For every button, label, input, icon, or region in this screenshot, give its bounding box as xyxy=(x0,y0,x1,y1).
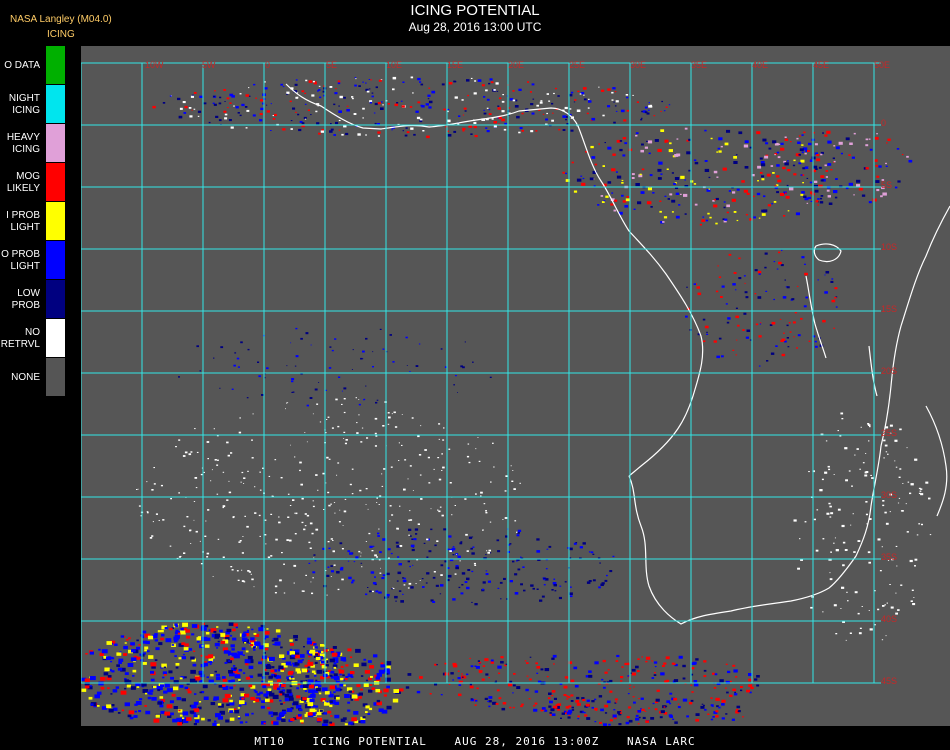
legend-swatch xyxy=(46,124,65,163)
lon-label: 25E xyxy=(569,60,585,70)
legend-item: O DATA xyxy=(0,46,66,85)
legend-swatch xyxy=(46,358,65,397)
legend-swatch xyxy=(46,319,65,358)
map-background xyxy=(81,46,950,726)
legend-label: O DATA xyxy=(4,59,40,71)
lon-label: 0 xyxy=(265,60,270,70)
footer-product-name: ICING POTENTIAL xyxy=(312,735,427,748)
legend-label: NO RETRVL xyxy=(0,326,40,350)
footer-caption: MT10 ICING POTENTIAL AUG 28, 2016 13:00Z… xyxy=(0,735,950,748)
legend-swatch xyxy=(46,280,65,319)
lon-label: 30E xyxy=(630,60,646,70)
legend-item: NIGHT ICING xyxy=(0,85,66,124)
legend-label: NONE xyxy=(11,371,40,383)
lat-label: 10S xyxy=(881,242,897,252)
map-panel[interactable]: 10W 5W 0 5E 10E 15E 20E 25E 30E 35E 40E … xyxy=(81,46,950,726)
lat-label: 45S xyxy=(881,676,897,686)
page-title: ICING POTENTIAL xyxy=(410,2,540,19)
lat-label: 25S xyxy=(881,428,897,438)
lat-label: 35S xyxy=(881,552,897,562)
legend-swatch xyxy=(46,85,65,124)
lon-label: 40E xyxy=(752,60,768,70)
lon-label: 10E xyxy=(386,60,402,70)
legend-item: LOW PROB xyxy=(0,280,66,319)
legend-swatch xyxy=(46,202,65,241)
legend-label: NIGHT ICING xyxy=(8,92,40,116)
lat-label: 30S xyxy=(881,490,897,500)
datetime-label: Aug 28, 2016 13:00 UTC xyxy=(408,20,542,34)
legend-item: NO RETRVL xyxy=(0,319,66,358)
legend-item: MOG LIKELY xyxy=(0,163,66,202)
lat-label: 15S xyxy=(881,304,897,314)
icing-map[interactable]: 10W 5W 0 5E 10E 15E 20E 25E 30E 35E 40E … xyxy=(81,46,950,726)
lon-label: 50E xyxy=(874,60,890,70)
legend-item: NONE xyxy=(0,358,66,397)
legend-label: O PROB LIGHT xyxy=(1,248,40,272)
legend-item: I PROB LIGHT xyxy=(0,202,66,241)
lon-label: 20E xyxy=(508,60,524,70)
legend-label: HEAVY ICING xyxy=(6,131,40,155)
legend-item: HEAVY ICING xyxy=(0,124,66,163)
lat-label: 40S xyxy=(881,614,897,624)
footer-agency: NASA LARC xyxy=(626,735,696,748)
legend-label: MOG LIKELY xyxy=(6,170,40,194)
legend-swatch xyxy=(46,163,65,202)
lon-label: 45E xyxy=(813,60,829,70)
legend-label: LOW PROB xyxy=(11,287,40,311)
legend-item: O PROB LIGHT xyxy=(0,241,66,280)
lon-label: 5W xyxy=(202,60,216,70)
title-block: ICING POTENTIAL Aug 28, 2016 13:00 UTC xyxy=(0,2,950,34)
lon-label: 10W xyxy=(145,60,164,70)
lat-label: 0 xyxy=(881,118,886,128)
legend-label: I PROB LIGHT xyxy=(6,209,40,233)
lat-label: 20S xyxy=(881,366,897,376)
legend: O DATA NIGHT ICING HEAVY ICING MOG LIKEL… xyxy=(0,46,66,397)
lon-label: 5E xyxy=(326,60,337,70)
lat-label: 5S xyxy=(881,180,892,190)
footer-product-code: MT10 xyxy=(254,735,285,748)
legend-swatch xyxy=(46,46,65,85)
lon-label: 35E xyxy=(691,60,707,70)
lon-label: 15E xyxy=(447,60,463,70)
legend-swatch xyxy=(46,241,65,280)
footer-date: AUG 28, 2016 13:00Z xyxy=(454,735,600,748)
